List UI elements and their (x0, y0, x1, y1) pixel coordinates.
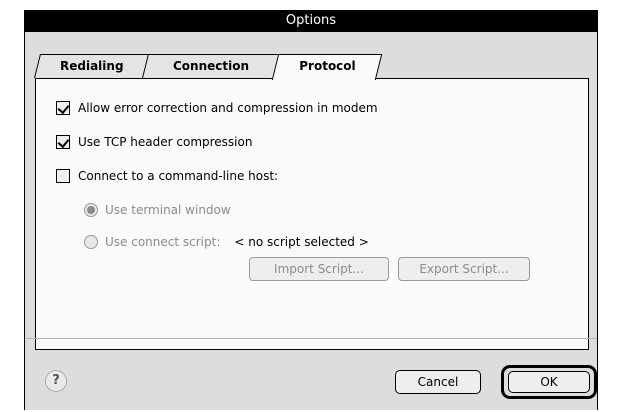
help-icon[interactable]: ? (45, 370, 67, 392)
tab-redialing-label: Redialing (60, 59, 124, 73)
tab-redialing[interactable]: Redialing (34, 54, 150, 78)
protocol-panel: Allow error correction and compression i… (35, 78, 589, 350)
terminal-window-label: Use terminal window (105, 203, 231, 217)
error-correction-checkbox[interactable] (56, 101, 70, 115)
connect-script-radio[interactable] (84, 235, 98, 249)
tcp-header-row[interactable]: Use TCP header compression (56, 135, 252, 149)
terminal-window-radio[interactable] (84, 203, 98, 217)
import-script-button[interactable]: Import Script... (249, 257, 389, 281)
command-line-host-label: Connect to a command-line host: (78, 169, 279, 183)
command-line-host-checkbox[interactable] (56, 169, 70, 183)
connect-script-row[interactable]: Use connect script: < no script selected… (84, 235, 369, 249)
error-correction-label: Allow error correction and compression i… (78, 101, 378, 115)
export-script-button[interactable]: Export Script... (398, 257, 530, 281)
connect-script-label: Use connect script: (105, 235, 221, 249)
command-line-host-row[interactable]: Connect to a command-line host: (56, 169, 278, 183)
error-correction-row[interactable]: Allow error correction and compression i… (56, 101, 378, 115)
script-status-text: < no script selected > (234, 235, 369, 249)
terminal-window-row[interactable]: Use terminal window (84, 203, 231, 217)
tab-protocol[interactable]: Protocol (271, 54, 383, 80)
ok-default-ring: OK (501, 365, 597, 399)
ok-button[interactable]: OK (508, 371, 590, 393)
footer-divider (25, 338, 597, 339)
tab-connection-label: Connection (172, 59, 250, 73)
options-dialog: Options Redialing Connection Protocol Al… (24, 10, 598, 410)
cancel-button[interactable]: Cancel (395, 370, 481, 394)
tab-connection[interactable]: Connection (142, 54, 280, 78)
tcp-header-checkbox[interactable] (56, 135, 70, 149)
tab-protocol-label: Protocol (299, 59, 356, 73)
window-title: Options (25, 10, 597, 32)
tcp-header-label: Use TCP header compression (78, 135, 253, 149)
